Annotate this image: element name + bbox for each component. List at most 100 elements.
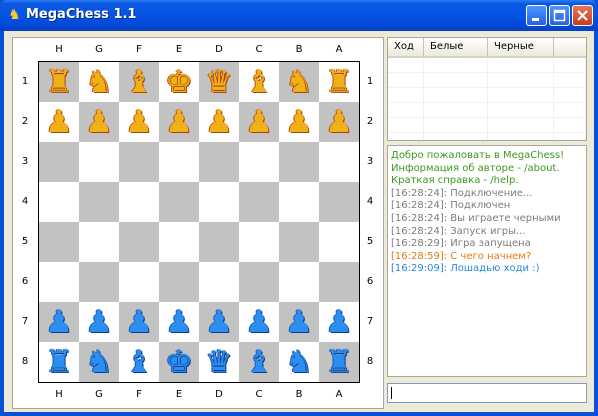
board-square[interactable]: ♝	[239, 342, 279, 382]
board-square[interactable]	[39, 262, 79, 302]
board-square[interactable]	[159, 182, 199, 222]
board-square[interactable]	[79, 142, 119, 182]
blue-pawn-icon[interactable]: ♟	[45, 302, 73, 342]
board-square[interactable]: ♟	[199, 102, 239, 142]
board-square[interactable]	[119, 182, 159, 222]
yellow-pawn-icon[interactable]: ♟	[165, 102, 193, 142]
blue-bishop-icon[interactable]: ♝	[125, 342, 153, 382]
board-square[interactable]: ♚	[159, 62, 199, 102]
minimize-button[interactable]	[526, 5, 547, 26]
yellow-pawn-icon[interactable]: ♟	[85, 102, 113, 142]
board-square[interactable]	[279, 262, 319, 302]
blue-rook-icon[interactable]: ♜	[325, 342, 353, 382]
board-square[interactable]: ♟	[159, 102, 199, 142]
board-square[interactable]: ♟	[119, 102, 159, 142]
blue-pawn-icon[interactable]: ♟	[245, 302, 273, 342]
board-square[interactable]	[199, 222, 239, 262]
blue-bishop-icon[interactable]: ♝	[245, 342, 273, 382]
board-square[interactable]: ♝	[239, 62, 279, 102]
maximize-button[interactable]	[549, 5, 570, 26]
blue-knight-icon[interactable]: ♞	[285, 342, 313, 382]
board-square[interactable]: ♟	[199, 302, 239, 342]
board-square[interactable]	[159, 142, 199, 182]
chess-board[interactable]: ♜ ♞ ♝ ♚ ♛ ♝ ♞ ♜ ♟ ♟ ♟ ♟ ♟ ♟ ♟ ♟ ♟ ♟ ♟ ♟ ♟ ♟ ♟ ♟ ♜ ♞ ♝ ♚ ♛ ♝ ♞ ♜	[38, 61, 360, 383]
blue-pawn-icon[interactable]: ♟	[125, 302, 153, 342]
blue-pawn-icon[interactable]: ♟	[165, 302, 193, 342]
board-square[interactable]: ♞	[279, 62, 319, 102]
title-bar[interactable]: ♞ MegaChess 1.1	[0, 0, 598, 31]
board-square[interactable]	[319, 182, 359, 222]
board-square[interactable]	[79, 222, 119, 262]
yellow-queen-icon[interactable]: ♛	[205, 62, 233, 102]
yellow-pawn-icon[interactable]: ♟	[285, 102, 313, 142]
board-square[interactable]: ♜	[319, 342, 359, 382]
board-square[interactable]	[239, 262, 279, 302]
board-square[interactable]: ♞	[279, 342, 319, 382]
board-square[interactable]: ♝	[119, 62, 159, 102]
column-header-move[interactable]: Ход	[388, 38, 424, 56]
chat-log[interactable]: Добро пожаловать в MegaChess! Информация …	[387, 145, 587, 377]
yellow-knight-icon[interactable]: ♞	[85, 62, 113, 102]
board-square[interactable]	[319, 142, 359, 182]
blue-knight-icon[interactable]: ♞	[85, 342, 113, 382]
yellow-king-icon[interactable]: ♚	[165, 62, 193, 102]
board-square[interactable]: ♟	[79, 302, 119, 342]
yellow-pawn-icon[interactable]: ♟	[325, 102, 353, 142]
board-square[interactable]: ♟	[239, 302, 279, 342]
board-square[interactable]: ♛	[199, 342, 239, 382]
board-square[interactable]: ♟	[319, 302, 359, 342]
column-header-white[interactable]: Белые	[424, 38, 488, 56]
board-square[interactable]	[319, 262, 359, 302]
board-square[interactable]: ♟	[39, 302, 79, 342]
board-square[interactable]	[39, 142, 79, 182]
board-square[interactable]	[119, 142, 159, 182]
board-square[interactable]	[199, 182, 239, 222]
board-square[interactable]	[239, 222, 279, 262]
blue-pawn-icon[interactable]: ♟	[325, 302, 353, 342]
board-square[interactable]	[199, 142, 239, 182]
board-square[interactable]: ♜	[39, 342, 79, 382]
blue-rook-icon[interactable]: ♜	[45, 342, 73, 382]
board-square[interactable]: ♚	[159, 342, 199, 382]
blue-pawn-icon[interactable]: ♟	[205, 302, 233, 342]
board-square[interactable]	[279, 142, 319, 182]
board-square[interactable]: ♞	[79, 62, 119, 102]
board-square[interactable]: ♟	[79, 102, 119, 142]
board-square[interactable]	[159, 222, 199, 262]
board-square[interactable]: ♟	[279, 302, 319, 342]
board-square[interactable]: ♞	[79, 342, 119, 382]
board-square[interactable]	[39, 222, 79, 262]
board-square[interactable]	[239, 182, 279, 222]
yellow-knight-icon[interactable]: ♞	[285, 62, 313, 102]
board-square[interactable]: ♜	[319, 62, 359, 102]
board-square[interactable]: ♜	[39, 62, 79, 102]
board-square[interactable]	[319, 222, 359, 262]
blue-pawn-icon[interactable]: ♟	[85, 302, 113, 342]
board-square[interactable]	[79, 182, 119, 222]
blue-pawn-icon[interactable]: ♟	[285, 302, 313, 342]
yellow-pawn-icon[interactable]: ♟	[125, 102, 153, 142]
board-square[interactable]: ♟	[279, 102, 319, 142]
board-square[interactable]	[39, 182, 79, 222]
blue-king-icon[interactable]: ♚	[165, 342, 193, 382]
board-square[interactable]: ♟	[319, 102, 359, 142]
board-square[interactable]: ♟	[119, 302, 159, 342]
board-square[interactable]: ♝	[119, 342, 159, 382]
board-square[interactable]	[239, 142, 279, 182]
yellow-rook-icon[interactable]: ♜	[325, 62, 353, 102]
yellow-pawn-icon[interactable]: ♟	[45, 102, 73, 142]
board-square[interactable]	[159, 262, 199, 302]
yellow-rook-icon[interactable]: ♜	[45, 62, 73, 102]
board-square[interactable]	[119, 222, 159, 262]
board-square[interactable]	[279, 222, 319, 262]
yellow-pawn-icon[interactable]: ♟	[205, 102, 233, 142]
board-square[interactable]: ♟	[239, 102, 279, 142]
yellow-bishop-icon[interactable]: ♝	[245, 62, 273, 102]
board-square[interactable]	[79, 262, 119, 302]
blue-queen-icon[interactable]: ♛	[205, 342, 233, 382]
yellow-bishop-icon[interactable]: ♝	[125, 62, 153, 102]
message-input[interactable]	[387, 383, 587, 403]
close-button[interactable]	[572, 5, 593, 26]
board-square[interactable]	[199, 262, 239, 302]
board-square[interactable]: ♛	[199, 62, 239, 102]
